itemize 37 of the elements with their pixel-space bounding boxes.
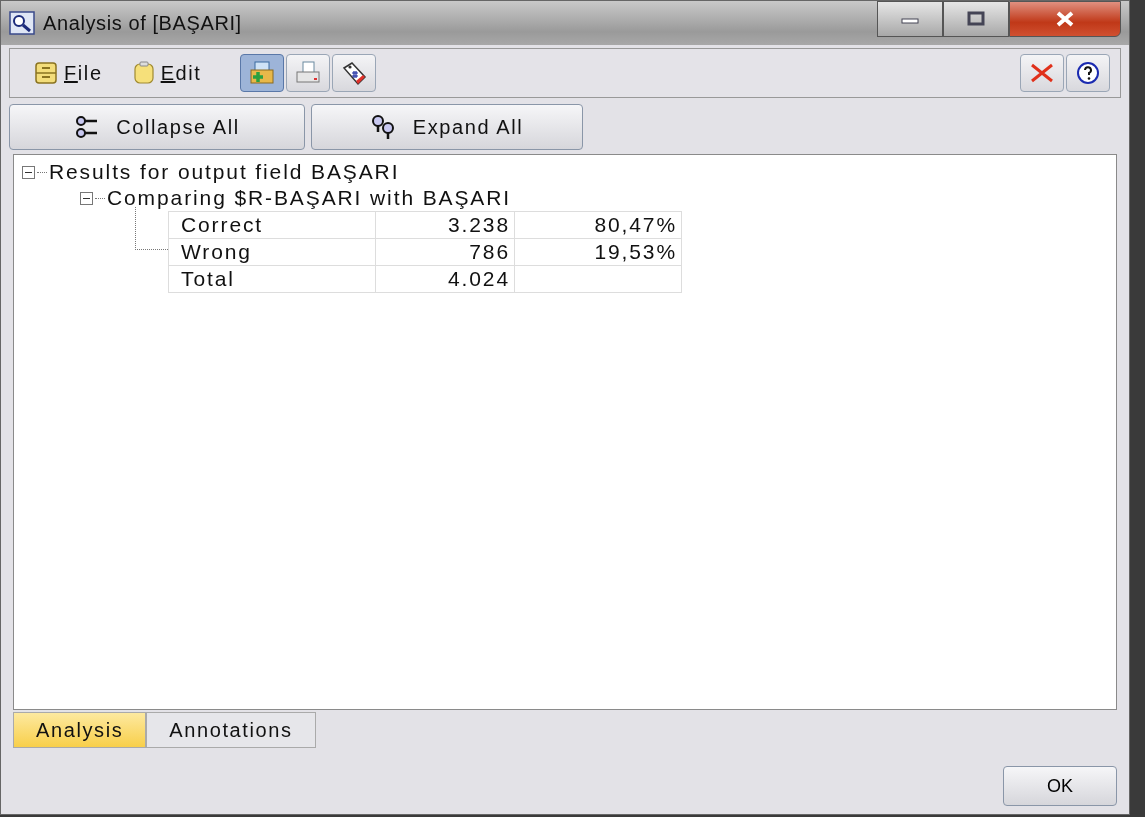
table-cell: Correct bbox=[168, 211, 376, 239]
table-cell: 19,53% bbox=[514, 238, 682, 266]
minimize-button[interactable] bbox=[877, 1, 943, 37]
close-icon bbox=[1054, 11, 1076, 27]
folder-plus-icon bbox=[248, 60, 275, 86]
close-button[interactable] bbox=[1020, 54, 1064, 92]
tree-line bbox=[135, 207, 168, 250]
cabinet-icon bbox=[34, 61, 58, 85]
magnifier-icon bbox=[9, 11, 35, 35]
collapse-all-button[interactable]: Collapse All bbox=[9, 104, 305, 150]
table-cell: 3.238 bbox=[375, 211, 515, 239]
expand-all-button[interactable]: Expand All bbox=[311, 104, 583, 150]
tab[interactable]: Analysis bbox=[13, 712, 147, 748]
table-cell: Wrong bbox=[168, 238, 376, 266]
close-icon bbox=[1029, 62, 1055, 84]
table-cell: 786 bbox=[375, 238, 515, 266]
tree-node-label[interactable]: Results for output field BAŞARI bbox=[49, 160, 400, 184]
menu-item[interactable]: Edit bbox=[132, 61, 222, 85]
printer-icon bbox=[294, 60, 321, 86]
help-button[interactable] bbox=[1066, 54, 1110, 92]
table-cell: 80,47% bbox=[514, 211, 682, 239]
collapse-icon[interactable] bbox=[80, 191, 93, 205]
close-button[interactable] bbox=[1009, 1, 1121, 37]
table-cell: 4.024 bbox=[375, 265, 515, 293]
maximize-icon bbox=[966, 11, 986, 27]
toolbar-button[interactable] bbox=[331, 54, 376, 92]
tree-node-label[interactable]: Comparing $R-BAŞARI with BAŞARI bbox=[107, 186, 512, 210]
clipboard-icon bbox=[132, 61, 155, 85]
menu-item[interactable]: File bbox=[34, 61, 123, 85]
tab[interactable]: Annotations bbox=[146, 712, 316, 748]
help-icon bbox=[1076, 61, 1100, 85]
maximize-button[interactable] bbox=[943, 1, 1009, 37]
table-cell: Total bbox=[168, 265, 376, 293]
window-title: Analysis of [BAŞARI] bbox=[43, 11, 242, 35]
tag-icon bbox=[340, 60, 367, 86]
ok-button[interactable]: OK bbox=[1003, 766, 1117, 806]
collapse-icon[interactable] bbox=[22, 165, 35, 179]
